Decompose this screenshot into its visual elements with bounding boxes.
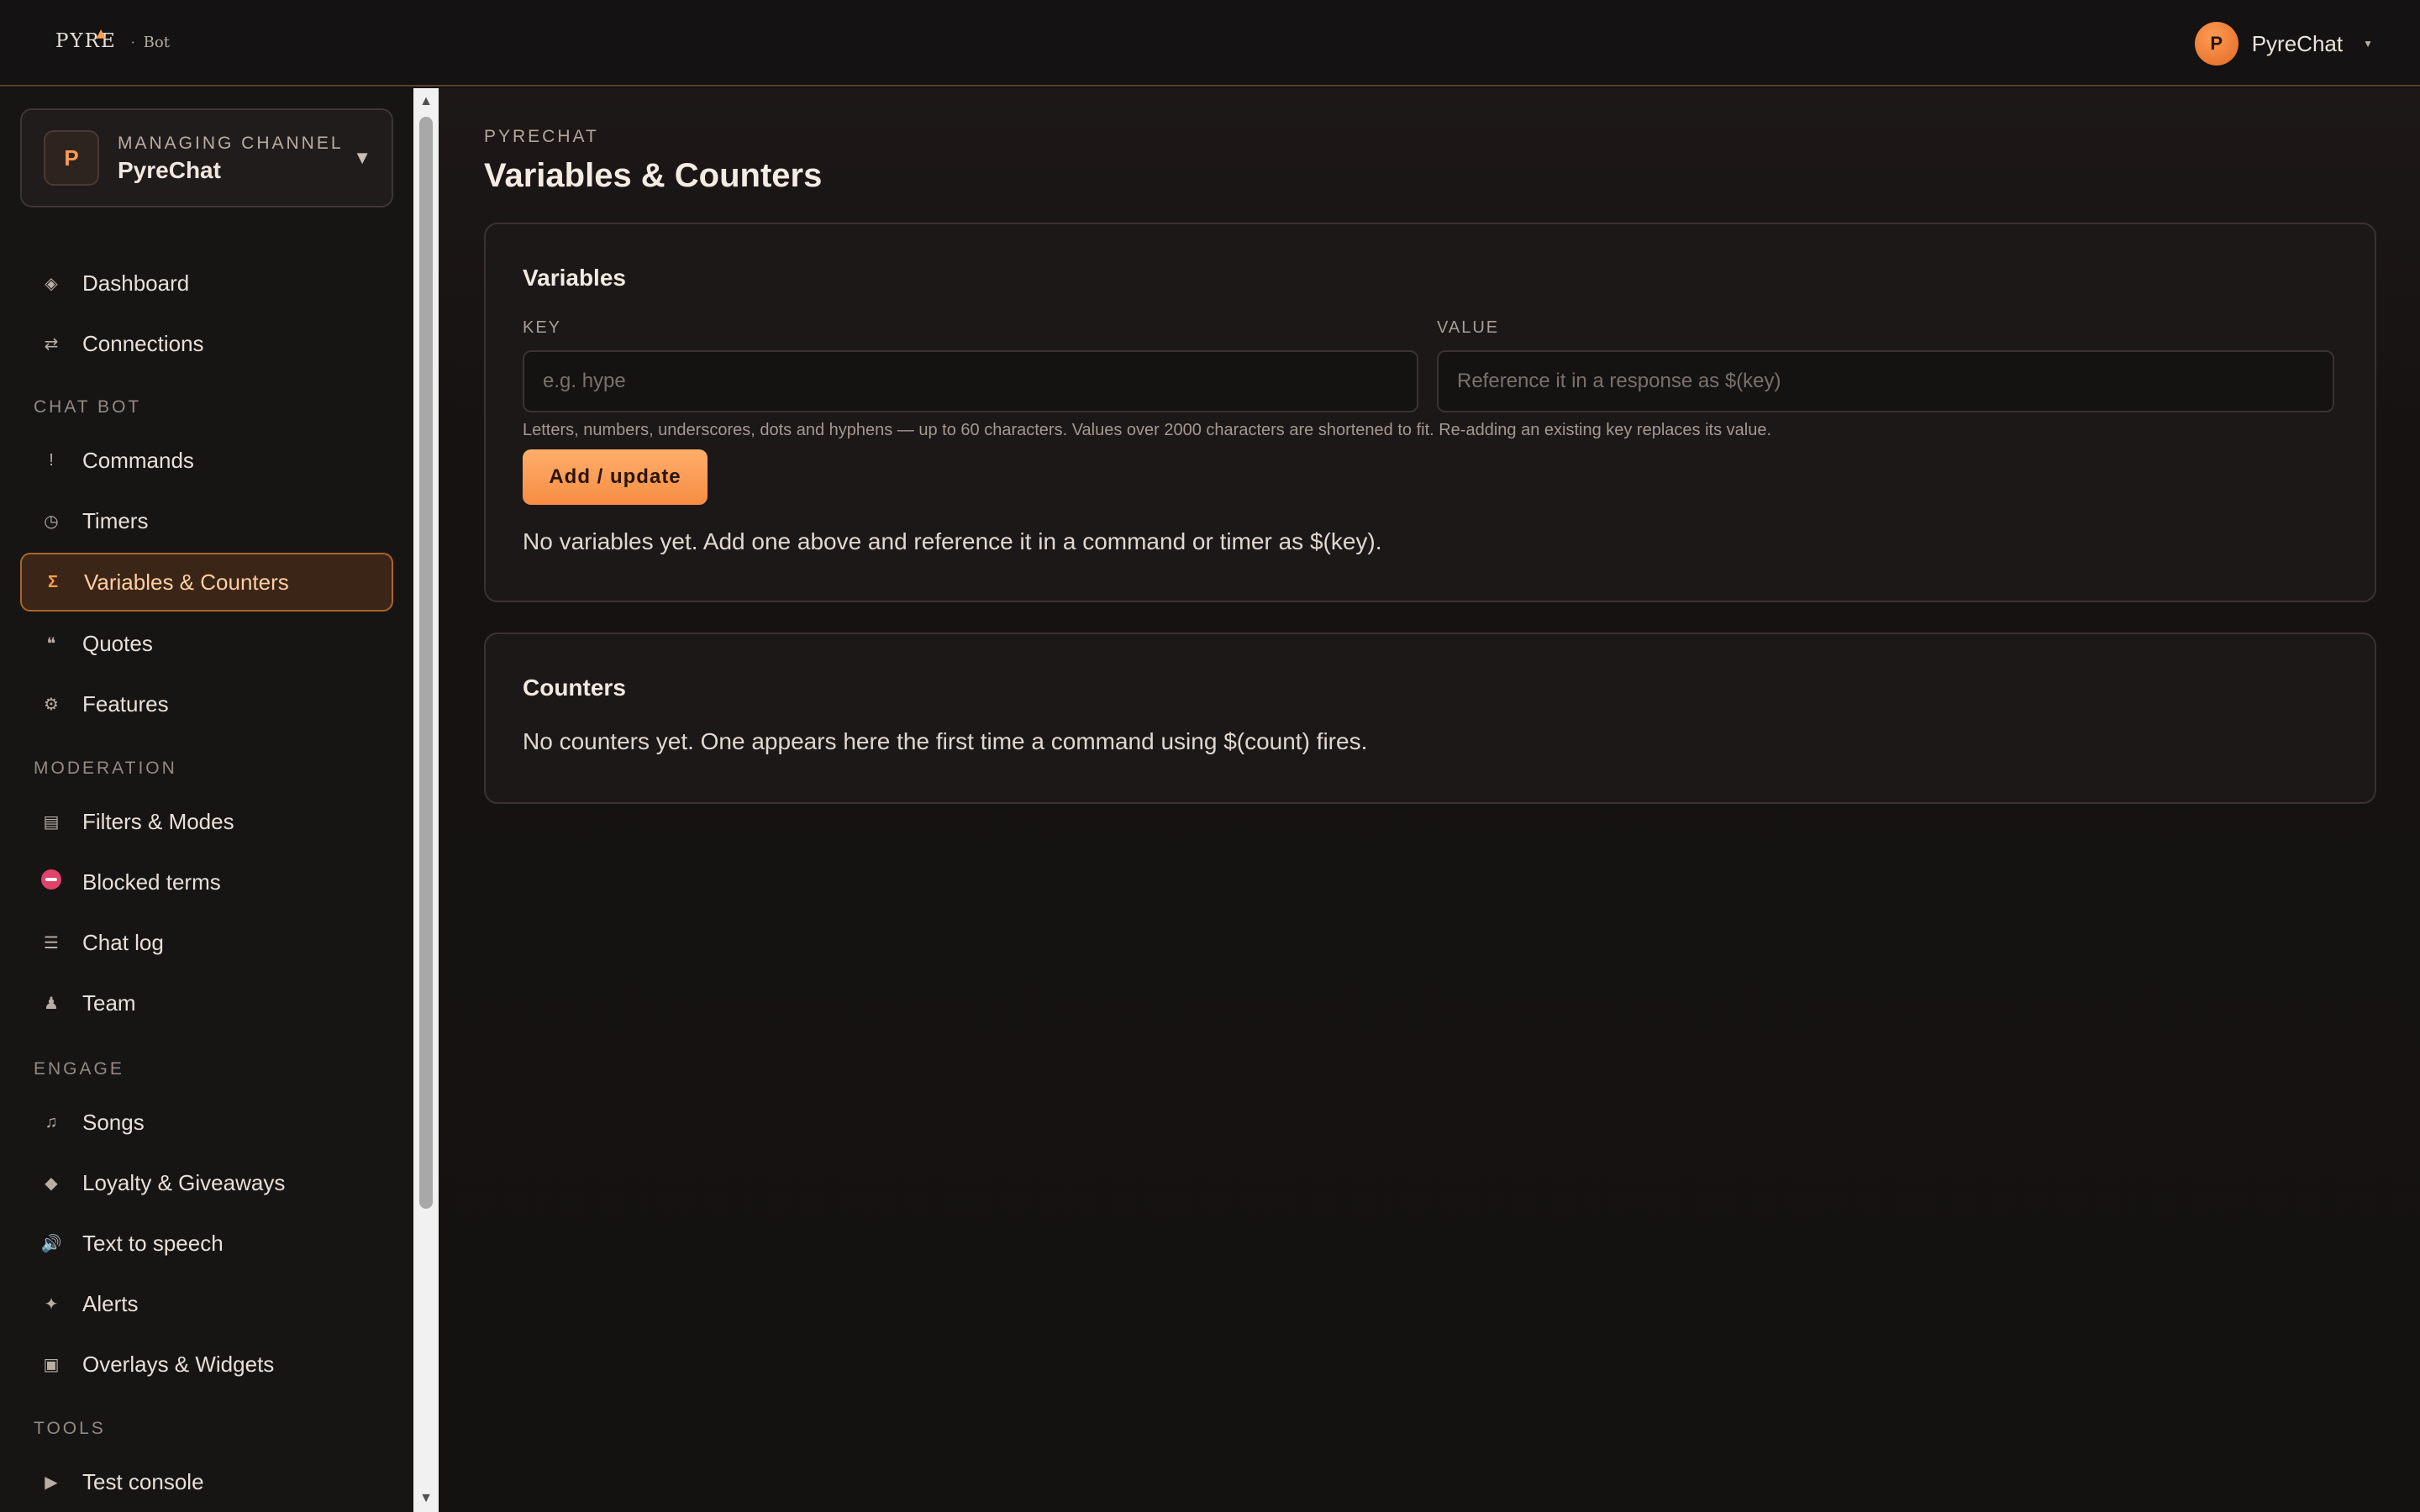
sidebar-item-overlays-widgets[interactable]: ▣ Overlays & Widgets	[20, 1335, 393, 1394]
user-menu[interactable]: P PyreChat ▼	[2194, 22, 2373, 66]
counters-card: Counters No counters yet. One appears he…	[484, 633, 2376, 804]
play-icon: ▶	[45, 1473, 58, 1492]
sidebar-item-features[interactable]: ⚙ Features	[20, 675, 393, 733]
scroll-up-arrow-icon[interactable]: ▲	[413, 90, 439, 113]
avatar: P	[2194, 22, 2238, 66]
brand-logo-text: PYRE	[55, 30, 117, 52]
value-input[interactable]	[1437, 350, 2334, 412]
sidebar-item-commands[interactable]: ! Commands	[20, 431, 393, 490]
variables-title: Variables	[523, 265, 626, 291]
sidebar-item-label: Test console	[82, 1468, 204, 1494]
diamond-icon: ◆	[45, 1173, 58, 1193]
channel-avatar: P	[44, 130, 99, 186]
counters-empty-state: No counters yet. One appears here the fi…	[523, 728, 1368, 754]
sidebar-item-label: Blocked terms	[82, 869, 221, 895]
sidebar-item-label: Connections	[82, 330, 204, 356]
key-label: Key	[523, 318, 562, 337]
connections-icon: ⇄	[44, 334, 59, 354]
sidebar-item-filters-modes[interactable]: ▤ Filters & Modes	[20, 792, 393, 851]
music-note-icon: ♫	[45, 1112, 58, 1131]
sidebar-item-quotes[interactable]: ❝ Quotes	[20, 614, 393, 673]
sidebar-item-label: Overlays & Widgets	[82, 1351, 275, 1377]
section-tools: Tools	[34, 1419, 106, 1438]
channel-switcher[interactable]: P Managing channel PyreChat ▼	[20, 108, 393, 207]
sidebar-item-label: Timers	[82, 507, 149, 533]
sidebar-item-text-to-speech[interactable]: 🔊 Text to speech	[20, 1214, 393, 1273]
blocked-icon	[34, 869, 69, 895]
brand-product: Bot	[143, 34, 170, 51]
variables-hint: Letters, numbers, underscores, dots and …	[523, 421, 1772, 439]
sidebar-item-label: Songs	[82, 1109, 145, 1135]
counters-title: Counters	[523, 675, 626, 701]
sidebar-item-timers[interactable]: ◷ Timers	[20, 491, 393, 550]
sidebar-item-variables-counters[interactable]: Σ Variables & Counters	[20, 553, 393, 612]
breadcrumb: PyreChat	[484, 127, 599, 146]
clock-icon: ◷	[44, 512, 59, 531]
add-update-button[interactable]: Add / update	[523, 449, 708, 505]
list-icon: ☰	[44, 933, 59, 953]
sidebar-item-label: Quotes	[82, 630, 153, 656]
sidebar-item-label: Filters & Modes	[82, 808, 234, 834]
sidebar-item-label: Commands	[82, 447, 194, 473]
sidebar: P Managing channel PyreChat ▼ ◈ Dashboar…	[0, 88, 413, 1512]
main-content: PyreChat Variables & Counters Variables …	[439, 88, 2420, 1512]
section-engage: Engage	[34, 1059, 124, 1079]
sidebar-item-dashboard[interactable]: ◈ Dashboard	[20, 254, 393, 312]
key-input[interactable]	[523, 350, 1418, 412]
sidebar-item-label: Variables & Counters	[84, 569, 289, 595]
brand-logo[interactable]: PYRE ▲ · Bot	[55, 27, 170, 59]
sidebar-item-blocked-terms[interactable]: Blocked terms	[20, 853, 393, 911]
sidebar-item-alerts[interactable]: ✦ Alerts	[20, 1274, 393, 1333]
sidebar-item-label: Team	[82, 990, 136, 1016]
filter-icon: ▤	[43, 812, 60, 832]
sigma-icon: Σ	[47, 572, 58, 591]
sidebar-item-chat-log[interactable]: ☰ Chat log	[20, 913, 393, 972]
sparkle-icon: ✦	[44, 1294, 59, 1314]
sidebar-item-songs[interactable]: ♫ Songs	[20, 1093, 393, 1152]
variables-card: Variables Key Value Letters, numbers, un…	[484, 223, 2376, 602]
sidebar-item-label: Chat log	[82, 929, 164, 955]
person-icon: ♟	[44, 994, 59, 1013]
top-bar: PYRE ▲ · Bot P PyreChat ▼	[0, 0, 2420, 87]
scroll-down-arrow-icon[interactable]: ▼	[413, 1487, 439, 1510]
page-title: Variables & Counters	[484, 157, 823, 194]
sidebar-item-label: Dashboard	[82, 270, 190, 296]
square-icon: ▣	[43, 1355, 60, 1374]
user-name: PyreChat	[2251, 30, 2344, 56]
gear-icon: ⚙	[44, 695, 59, 714]
sidebar-item-test-console[interactable]: ▶ Test console	[20, 1452, 393, 1511]
variables-empty-state: No variables yet. Add one above and refe…	[523, 528, 1382, 554]
sidebar-scrollbar[interactable]: ▲ ▼	[413, 88, 439, 1512]
scrollbar-thumb[interactable]	[419, 117, 433, 1209]
speaker-icon: 🔊	[40, 1234, 62, 1253]
chevron-down-icon: ▼	[2363, 38, 2373, 50]
value-label: Value	[1437, 318, 1500, 337]
sidebar-item-label: Loyalty & Giveaways	[82, 1169, 286, 1195]
channel-label: Managing channel	[118, 134, 344, 153]
sidebar-item-label: Features	[82, 690, 169, 717]
brand-separator: ·	[130, 34, 135, 50]
sidebar-item-connections[interactable]: ⇄ Connections	[20, 314, 393, 373]
channel-name: PyreChat	[118, 157, 221, 183]
sidebar-item-label: Alerts	[82, 1290, 139, 1316]
sidebar-item-team[interactable]: ♟ Team	[20, 974, 393, 1032]
section-moderation: Moderation	[34, 759, 177, 778]
sidebar-item-loyalty-giveaways[interactable]: ◆ Loyalty & Giveaways	[20, 1153, 393, 1212]
dashboard-icon: ◈	[45, 274, 58, 293]
sidebar-item-label: Text to speech	[82, 1230, 224, 1256]
section-chat-bot: Chat bot	[34, 397, 142, 417]
caret-down-icon: ▼	[353, 147, 371, 168]
flame-icon: ▲	[96, 27, 106, 40]
exclamation-icon: !	[49, 450, 54, 470]
quote-icon: ❝	[46, 634, 56, 654]
